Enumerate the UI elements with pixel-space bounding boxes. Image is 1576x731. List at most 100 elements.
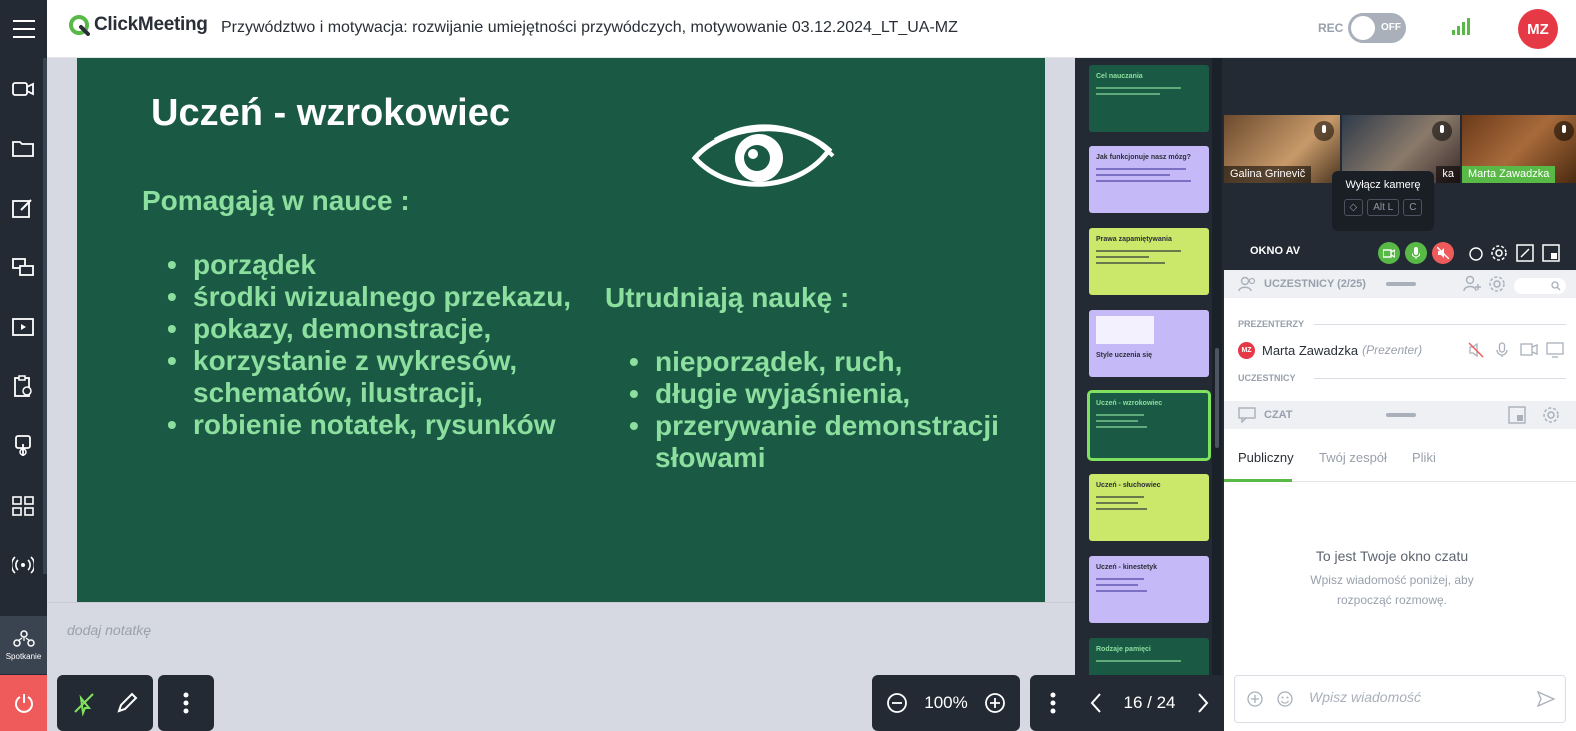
logo-text: ClickMeeting xyxy=(94,14,208,35)
presenter-role: (Prezenter) xyxy=(1362,343,1423,357)
help-item: robienie notatek, rysunków xyxy=(157,409,587,441)
chat-title: CZAT xyxy=(1264,409,1293,421)
mic-icon[interactable] xyxy=(1496,342,1508,358)
drag-handle[interactable] xyxy=(1386,413,1416,417)
whiteboard-icon[interactable] xyxy=(8,431,38,461)
participants-header[interactable]: UCZESTNICY (2/25) xyxy=(1224,270,1576,298)
apps-grid-icon[interactable] xyxy=(8,491,38,521)
notes-area[interactable]: dodaj notatkę xyxy=(47,602,1075,668)
slide-thumbnail[interactable]: Jak funkcjonuje nasz mózg? xyxy=(1089,146,1209,213)
add-icon[interactable] xyxy=(1247,691,1263,707)
key-c: C xyxy=(1403,199,1423,216)
presenter-name: Marta Zawadzka xyxy=(1262,342,1359,358)
broadcast-icon[interactable] xyxy=(8,550,38,580)
edit-icon[interactable] xyxy=(8,193,38,223)
divider xyxy=(1314,324,1566,325)
camera-icon[interactable] xyxy=(8,74,38,104)
zoom-out-icon[interactable] xyxy=(886,692,908,714)
zoom-in-icon[interactable] xyxy=(984,692,1006,714)
hinder-item: długie wyjaśnienia, xyxy=(619,378,1019,410)
menu-button[interactable] xyxy=(0,0,47,58)
thumbnails-scroll-thumb[interactable] xyxy=(1215,348,1219,448)
screen-icon[interactable] xyxy=(1546,342,1564,358)
zoom-value: 100% xyxy=(924,693,968,712)
help-item: korzystanie z wykresów, schematów, ilust… xyxy=(157,345,587,409)
slide-thumbnail-active[interactable]: Uczeń - wzrokowiec xyxy=(1087,390,1211,461)
rec-state: OFF xyxy=(1381,22,1401,33)
slide-thumbnail[interactable]: Uczeń - słuchowiec xyxy=(1089,474,1209,541)
hinder-item: przerywanie demonstracji słowami xyxy=(619,410,1019,474)
slide-thumbnail[interactable]: Rodzaje pamięci xyxy=(1089,638,1209,675)
add-user-icon[interactable] xyxy=(1462,275,1482,293)
participant-name: Marta Zawadzka xyxy=(1462,166,1556,183)
user-avatar[interactable]: MZ xyxy=(1518,9,1558,49)
prev-slide-icon[interactable] xyxy=(1089,692,1103,714)
emoji-icon[interactable] xyxy=(1277,691,1293,707)
rec-toggle[interactable]: OFF xyxy=(1348,13,1406,43)
video-tile[interactable]: Galina Grinevič xyxy=(1224,115,1340,183)
video-tile[interactable]: Marta Zawadzka xyxy=(1462,115,1576,183)
participants-search[interactable] xyxy=(1514,278,1566,294)
next-slide-icon[interactable] xyxy=(1196,692,1210,714)
hamburger-icon xyxy=(12,17,35,41)
chat-header[interactable]: CZAT xyxy=(1224,401,1576,429)
tab-files[interactable]: Pliki xyxy=(1412,450,1436,465)
tab-public[interactable]: Publiczny xyxy=(1238,450,1294,465)
thumbnail-title: Style uczenia się xyxy=(1096,352,1153,359)
zoom-controls: 100% xyxy=(872,675,1020,731)
camera-toggle-button[interactable] xyxy=(1378,242,1400,264)
slide-thumbnail[interactable]: Style uczenia się xyxy=(1089,310,1209,377)
popout-icon[interactable] xyxy=(1542,244,1560,262)
active-tab-indicator xyxy=(1224,479,1292,482)
video-playlist-icon[interactable] xyxy=(8,312,38,342)
chat-bubble-icon[interactable] xyxy=(1468,246,1484,262)
participants-title: UCZESTNICY (2/25) xyxy=(1264,278,1366,290)
chat-message-input[interactable] xyxy=(1309,689,1529,705)
survey-icon[interactable] xyxy=(8,371,38,401)
slide-thumbnail[interactable]: Prawa zapamiętywania xyxy=(1089,228,1209,295)
mic-icon xyxy=(1554,121,1574,141)
drag-handle[interactable] xyxy=(1386,282,1416,286)
rec-toggle-knob xyxy=(1351,16,1375,40)
search-icon xyxy=(1551,281,1561,291)
gear-icon[interactable] xyxy=(1490,244,1508,262)
avatar: MZ xyxy=(1238,341,1255,359)
gear-icon[interactable] xyxy=(1542,406,1560,424)
meeting-nav-button[interactable]: Spotkanie xyxy=(0,616,47,674)
tab-team[interactable]: Twój zespół xyxy=(1319,450,1387,465)
attendees-label: UCZESTNICY xyxy=(1238,373,1296,383)
slide-thumbnail[interactable]: Uczeń - kinestetyk xyxy=(1089,556,1209,623)
presenter-row[interactable]: MZ Marta Zawadzka (Prezenter) xyxy=(1238,340,1568,360)
pencil-icon[interactable] xyxy=(115,691,139,715)
send-icon[interactable] xyxy=(1537,691,1555,707)
hinder-list: nieporządek, ruch, długie wyjaśnienia, p… xyxy=(619,346,1019,474)
chat-empty-title: To jest Twoje okno czatu xyxy=(1315,548,1469,564)
folder-icon[interactable] xyxy=(8,133,38,163)
mic-icon xyxy=(1314,121,1334,141)
current-slide: Uczeń - wzrokowiec Pomagają w nauce : po… xyxy=(77,58,1045,602)
power-icon xyxy=(14,694,33,713)
slide-thumbnail[interactable]: Cel nauczania xyxy=(1089,65,1209,132)
mic-toggle-button[interactable] xyxy=(1405,242,1427,264)
slide-options-button[interactable] xyxy=(1030,675,1075,731)
chat-tabs: Publiczny Twój zespół Pliki xyxy=(1224,436,1576,482)
more-tools-button[interactable] xyxy=(158,675,214,731)
expand-icon[interactable] xyxy=(1516,244,1534,262)
camera-icon[interactable] xyxy=(1520,343,1538,356)
hinder-heading: Utrudniają naukę : xyxy=(605,282,850,313)
gear-icon[interactable] xyxy=(1488,275,1506,293)
help-item: porządek xyxy=(157,249,587,281)
slide-thumbnails: Cel nauczania Jak funkcjonuje nasz mózg?… xyxy=(1075,58,1224,675)
speaker-toggle-button[interactable] xyxy=(1432,242,1454,264)
meeting-nav-label: Spotkanie xyxy=(5,651,42,661)
meeting-title: Przywództwo i motywacja: rozwijanie umie… xyxy=(221,19,958,36)
popout-icon[interactable] xyxy=(1508,406,1526,424)
laser-pointer-icon[interactable] xyxy=(71,690,97,716)
thumbnails-scrollbar[interactable] xyxy=(1212,58,1222,675)
help-list: porządek środki wizualnego przekazu, pok… xyxy=(157,249,587,441)
help-item: środki wizualnego przekazu, xyxy=(157,281,587,313)
speaker-off-icon[interactable] xyxy=(1468,342,1484,358)
leave-button[interactable] xyxy=(0,675,47,731)
notes-placeholder[interactable]: dodaj notatkę xyxy=(67,622,151,638)
screen-share-icon[interactable] xyxy=(8,253,38,283)
